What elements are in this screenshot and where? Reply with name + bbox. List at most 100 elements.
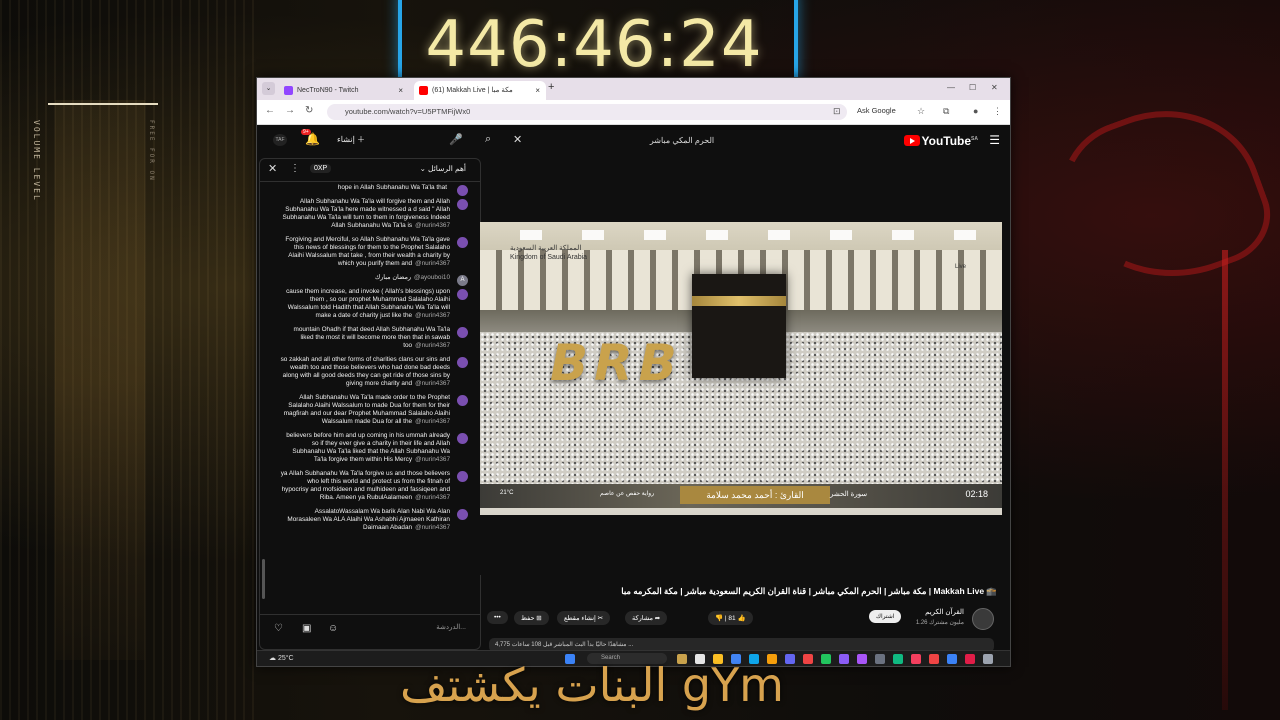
new-tab-button[interactable]: + <box>548 81 554 93</box>
mic-icon[interactable]: 🎤 <box>449 133 463 146</box>
chat-message[interactable]: ya Allah Subhanahu Wa Ta'la forgive us a… <box>260 468 480 506</box>
hamburger-menu-icon[interactable]: ☰ <box>989 133 1000 147</box>
forward-icon[interactable]: → <box>285 105 295 116</box>
extensions-icon[interactable]: ⧉ <box>943 106 949 117</box>
chat-author[interactable]: @nurin4367 <box>415 524 450 531</box>
tab-youtube[interactable]: (61) Makkah Live | مكة مبا × <box>414 81 546 100</box>
chat-author[interactable]: @nurin4367 <box>415 456 450 463</box>
ask-google-button[interactable]: Ask Google <box>857 106 896 115</box>
avatar[interactable]: A <box>457 275 468 286</box>
menu-icon[interactable]: ⋮ <box>993 106 1002 117</box>
youtube-logo[interactable]: YouTubeSA <box>903 134 978 148</box>
youtube-icon[interactable] <box>929 654 939 664</box>
avatar[interactable] <box>457 289 468 300</box>
bookmark-star-icon[interactable]: ☆ <box>917 106 925 117</box>
chevron-down-icon: ⌄ <box>419 164 429 173</box>
twitch-icon[interactable] <box>857 654 867 664</box>
video-player[interactable]: المملكة العربية السعودية Kingdom of Saudi… <box>480 222 1002 515</box>
clock: 02:18 <box>965 489 988 499</box>
lower-third: 21°C رواية حفص عن عاصم القارئ : أحمد محم… <box>480 484 1002 508</box>
profile-icon[interactable]: ● <box>973 106 978 116</box>
gift-icon[interactable]: ▣ <box>302 623 311 634</box>
save-button[interactable]: حفظ ⊞ <box>514 611 549 625</box>
more-actions-button[interactable]: ••• <box>487 611 508 624</box>
chat-author[interactable]: @nurin4367 <box>415 418 450 425</box>
watermark-line-2: Kingdom of Saudi Arabia <box>510 254 588 261</box>
subscriber-count: 1.26 مليون مشترك <box>915 620 964 626</box>
subscribe-button[interactable]: اشتراك <box>869 610 902 623</box>
avatar[interactable] <box>457 433 468 444</box>
avatar[interactable] <box>457 395 468 406</box>
chat-message[interactable]: hope in Allah Subhanahu Wa Ta'la that <box>260 182 480 196</box>
app-icon[interactable] <box>821 654 831 664</box>
create-button[interactable]: إنشاء ＋ <box>337 134 365 145</box>
thumbs-down-icon[interactable]: 👎 <box>715 615 723 622</box>
chat-input[interactable]: الدردشة... <box>356 623 466 631</box>
window-close-button[interactable]: ✕ <box>991 83 998 92</box>
chat-message[interactable]: believers before him and up coming in hi… <box>260 430 480 468</box>
chat-scrollbar[interactable] <box>262 559 265 599</box>
close-icon[interactable]: × <box>535 81 540 100</box>
clip-button[interactable]: إنشاء مقطع ✂ <box>557 611 611 625</box>
chat-author[interactable]: @nurin4367 <box>415 222 450 229</box>
avatar[interactable]: TAF <box>273 134 287 146</box>
app-icon[interactable] <box>911 654 921 664</box>
avatar[interactable] <box>457 327 468 338</box>
clear-search-icon[interactable]: ✕ <box>513 133 522 146</box>
chat-message[interactable]: Allah Subhanahu Wa Ta'la will forgive th… <box>260 196 480 234</box>
chat-message[interactable]: so zakkah and all other forms of chariti… <box>260 354 480 392</box>
heart-icon[interactable]: ♡ <box>274 623 283 634</box>
app-icon[interactable] <box>875 654 885 664</box>
kaaba <box>692 274 786 378</box>
vertical-label: VOLUME LEVEL <box>32 120 41 202</box>
chat-message[interactable]: رمضان مبارك @ayouboi10 A <box>260 272 480 286</box>
maximize-button[interactable]: ☐ <box>969 83 976 92</box>
chat-author[interactable]: @nurin4367 <box>415 260 450 267</box>
minimize-button[interactable]: — <box>947 83 955 92</box>
url-field[interactable]: youtube.com/watch?v=U5PTMFijWx0 <box>327 104 847 120</box>
install-icon[interactable]: ⊡ <box>833 106 841 117</box>
close-icon[interactable]: × <box>398 81 403 100</box>
app-icon[interactable] <box>803 654 813 664</box>
discord-icon[interactable] <box>839 654 849 664</box>
chat-author[interactable]: @ayouboi10 <box>414 274 450 281</box>
chat-author[interactable]: @nurin4367 <box>415 380 450 387</box>
chat-messages[interactable]: hope in Allah Subhanahu Wa Ta'la that All… <box>260 182 480 612</box>
avatar[interactable] <box>457 509 468 520</box>
chat-message[interactable]: Allah Subhanahu Wa Ta'la made order to t… <box>260 392 480 430</box>
chat-author[interactable]: @nurin4367 <box>415 342 450 349</box>
chat-message[interactable]: mountain Ohadh if that deed Allah Subhan… <box>260 324 480 354</box>
chat-author[interactable]: @nurin4367 <box>415 494 450 501</box>
weather-widget[interactable]: ☁ 25°C <box>269 654 294 662</box>
avatar[interactable] <box>457 199 468 210</box>
like-count: 81 <box>728 615 736 622</box>
watermark-line-1: المملكة العربية السعودية <box>510 245 582 252</box>
app-icon[interactable] <box>893 654 903 664</box>
chat-message[interactable]: cause them increase, and invoke ( Allah'… <box>260 286 480 324</box>
more-options-icon[interactable]: ⋮ <box>290 163 300 174</box>
close-icon[interactable]: ✕ <box>268 162 277 175</box>
back-icon[interactable]: ← <box>265 105 275 116</box>
chat-message[interactable]: Forgiving and Merciful, so Allah Subhana… <box>260 234 480 272</box>
chat-message[interactable]: AssalatoWassalam Wa barik Alan Nabi Wa A… <box>260 506 480 536</box>
reload-icon[interactable]: ↻ <box>305 105 313 116</box>
like-button[interactable]: 👎 | 81 👍 <box>708 611 753 625</box>
search-input[interactable]: الحرم المكي مباشر <box>527 132 837 150</box>
avatar[interactable] <box>457 185 468 196</box>
emoji-icon[interactable]: ☺ <box>328 623 338 634</box>
avatar[interactable] <box>457 357 468 368</box>
chat-mode-dropdown[interactable]: ⌄ أهم الرسائل <box>420 164 466 173</box>
search-icon[interactable]: ⌕ <box>485 133 491 146</box>
avatar[interactable] <box>457 471 468 482</box>
channel-info[interactable]: القرآن الكريم 1.26 مليون مشترك <box>916 608 964 628</box>
app-icon[interactable] <box>965 654 975 664</box>
app-icon[interactable] <box>983 654 993 664</box>
app-icon[interactable] <box>947 654 957 664</box>
avatar[interactable] <box>457 237 468 248</box>
tab-twitch[interactable]: NecTroN90 - Twitch × <box>279 81 409 100</box>
chat-author[interactable]: @nurin4367 <box>415 312 450 319</box>
share-button[interactable]: مشاركة ➦ <box>625 611 668 625</box>
channel-avatar[interactable] <box>972 608 994 630</box>
tab-search-button[interactable]: ⌄ <box>262 82 275 95</box>
thumbs-up-icon: 👍 <box>737 615 746 622</box>
